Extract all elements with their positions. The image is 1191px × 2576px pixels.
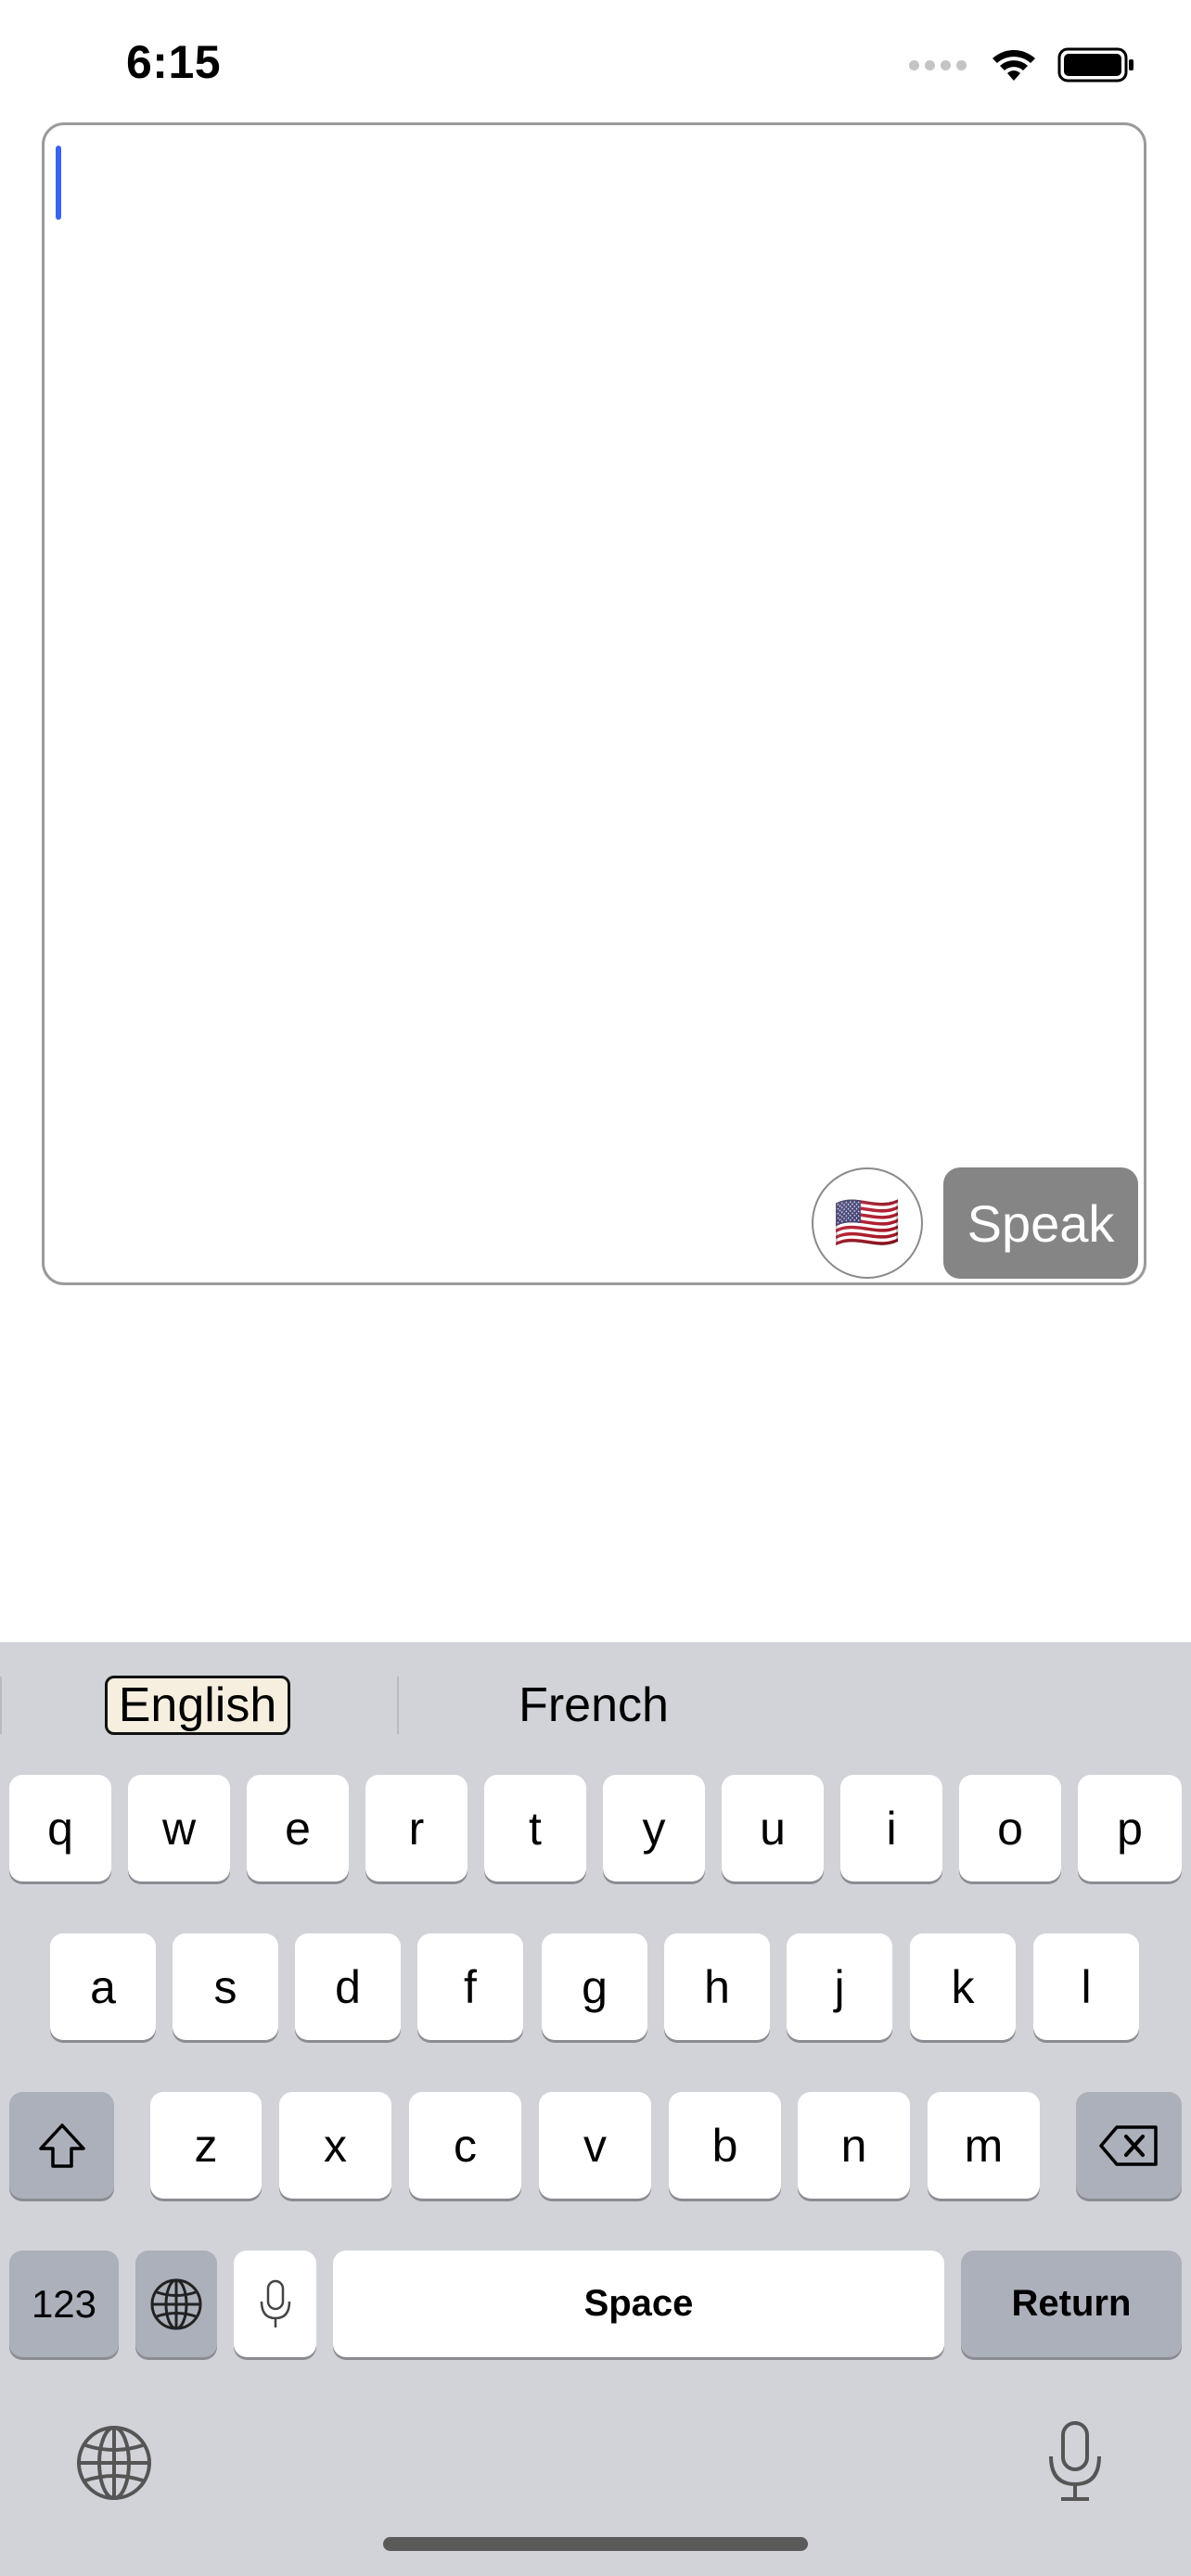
key-o[interactable]: o bbox=[959, 1775, 1061, 1881]
suggestion-french[interactable]: French bbox=[436, 1676, 751, 1735]
status-icons bbox=[909, 46, 1135, 83]
key-n[interactable]: n bbox=[798, 2092, 910, 2199]
key-j[interactable]: j bbox=[787, 1933, 892, 2040]
status-bar: 6:15 bbox=[0, 0, 1191, 121]
shift-key[interactable] bbox=[9, 2092, 114, 2199]
dictation-key[interactable] bbox=[234, 2251, 316, 2357]
text-caret bbox=[56, 146, 61, 220]
delete-key[interactable] bbox=[1076, 2092, 1182, 2199]
language-flag-button[interactable]: 🇺🇸 bbox=[812, 1167, 923, 1279]
suggestion-bar: English French bbox=[0, 1642, 1191, 1772]
key-w[interactable]: w bbox=[128, 1775, 230, 1881]
key-u[interactable]: u bbox=[722, 1775, 824, 1881]
key-i[interactable]: i bbox=[840, 1775, 942, 1881]
key-a[interactable]: a bbox=[50, 1933, 156, 2040]
battery-icon bbox=[1057, 47, 1133, 83]
key-v[interactable]: v bbox=[539, 2092, 651, 2199]
key-g[interactable]: g bbox=[542, 1933, 647, 2040]
microphone-icon bbox=[260, 2279, 290, 2327]
globe-icon bbox=[77, 2426, 151, 2500]
space-key[interactable]: Space bbox=[333, 2251, 944, 2357]
key-s[interactable]: s bbox=[173, 1933, 278, 2040]
key-e[interactable]: e bbox=[247, 1775, 349, 1881]
text-editor[interactable]: 🇺🇸 Speak bbox=[42, 122, 1146, 1285]
key-c[interactable]: c bbox=[409, 2092, 521, 2199]
signal-dots-icon bbox=[909, 59, 967, 70]
key-t[interactable]: t bbox=[484, 1775, 586, 1881]
key-z[interactable]: z bbox=[150, 2092, 262, 2199]
backspace-icon bbox=[1099, 2124, 1158, 2166]
wifi-icon bbox=[992, 50, 1035, 81]
key-r[interactable]: r bbox=[365, 1775, 467, 1881]
key-h[interactable]: h bbox=[664, 1933, 770, 2040]
globe-icon bbox=[150, 2278, 202, 2329]
key-x[interactable]: x bbox=[279, 2092, 391, 2199]
suggestion-divider bbox=[397, 1677, 399, 1734]
suggestion-english[interactable]: English bbox=[105, 1676, 290, 1735]
key-b[interactable]: b bbox=[669, 2092, 781, 2199]
microphone-icon bbox=[1049, 2421, 1101, 2501]
key-y[interactable]: y bbox=[603, 1775, 705, 1881]
key-k[interactable]: k bbox=[910, 1933, 1016, 2040]
key-d[interactable]: d bbox=[295, 1933, 401, 2040]
home-indicator[interactable] bbox=[383, 2537, 808, 2551]
keyboard-switch-globe[interactable] bbox=[74, 2423, 154, 2503]
dictation-button[interactable] bbox=[1046, 2419, 1104, 2505]
suggestion-divider bbox=[0, 1677, 2, 1734]
us-flag-icon: 🇺🇸 bbox=[833, 1192, 902, 1253]
shift-icon bbox=[38, 2123, 85, 2168]
key-p[interactable]: p bbox=[1078, 1775, 1182, 1881]
keyboard: English French q w e r t y u i o p a s d… bbox=[0, 1642, 1191, 2576]
return-key[interactable]: Return bbox=[961, 2251, 1182, 2357]
globe-key[interactable] bbox=[135, 2251, 217, 2357]
key-l[interactable]: l bbox=[1033, 1933, 1139, 2040]
key-q[interactable]: q bbox=[9, 1775, 111, 1881]
numbers-key[interactable]: 123 bbox=[9, 2251, 119, 2357]
status-time: 6:15 bbox=[126, 36, 222, 88]
key-m[interactable]: m bbox=[928, 2092, 1040, 2199]
key-f[interactable]: f bbox=[417, 1933, 523, 2040]
speak-button[interactable]: Speak bbox=[943, 1167, 1138, 1279]
